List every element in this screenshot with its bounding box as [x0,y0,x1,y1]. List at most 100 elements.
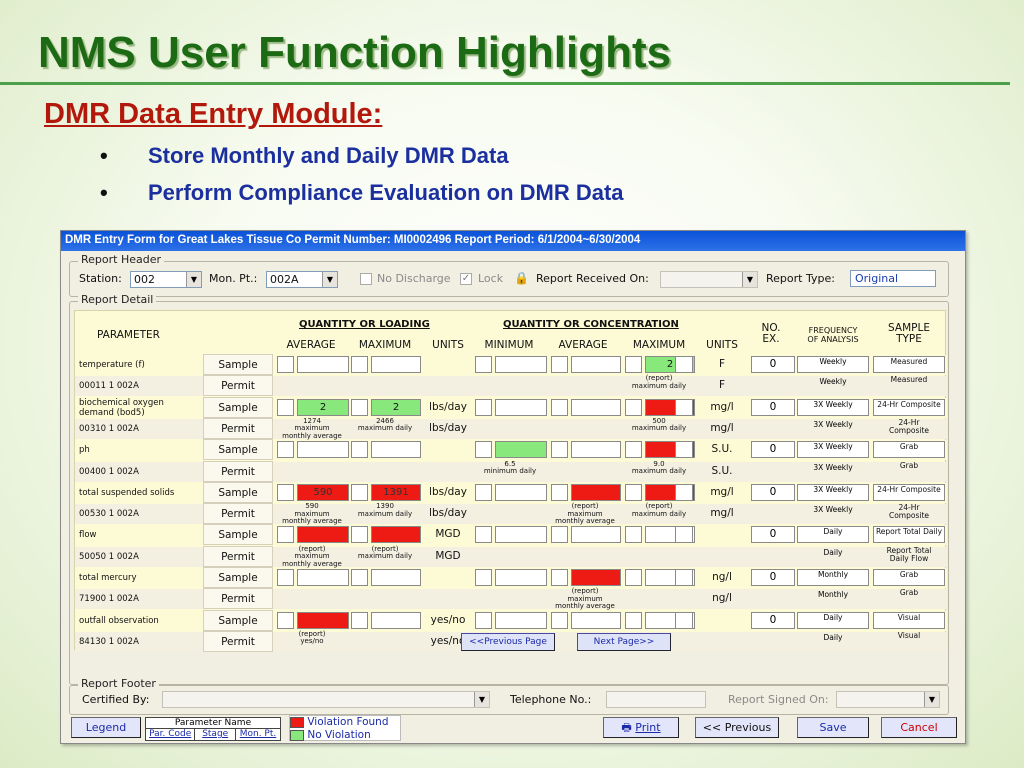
no-ex-input[interactable]: 0 [751,356,795,373]
value-input-avg[interactable]: 2 [297,398,349,416]
flag-box[interactable] [277,569,294,586]
no-ex-input[interactable]: 0 [751,569,795,586]
flag-box[interactable] [277,441,294,459]
no-ex-input[interactable]: 0 [751,526,795,544]
flag-box[interactable] [277,611,294,629]
report-type-field[interactable]: Original [850,270,936,287]
flag-box[interactable] [351,356,368,373]
frequency-field[interactable]: Daily [797,611,869,629]
frequency-field[interactable]: 3X Weekly [797,398,869,416]
value-input-avg[interactable] [297,441,349,459]
flag-box[interactable] [551,526,568,544]
value-input-max[interactable] [371,611,421,629]
sample-type-field[interactable]: Report Total Daily [873,526,945,544]
value-input-avg[interactable] [297,569,349,586]
frequency-field[interactable]: Monthly [797,569,869,586]
value-input-max[interactable] [371,441,421,459]
cancel-button[interactable]: Cancel [881,717,957,738]
flag-box[interactable] [351,441,368,459]
flag-box[interactable] [351,611,368,629]
value-input-cavg[interactable] [571,398,621,416]
flag-box[interactable] [351,483,368,501]
flag-box[interactable] [277,356,294,373]
flag-box[interactable] [551,398,568,416]
previous-button[interactable]: << Previous [695,717,779,738]
sample-type-field[interactable]: Grab [873,441,945,459]
flag-box[interactable] [351,398,368,416]
value-input-avg[interactable] [297,526,349,544]
value-input-min[interactable] [495,483,547,501]
sample-type-field[interactable]: 24-Hr Composite [873,483,945,501]
value-input-cavg[interactable] [571,483,621,501]
value-input-min[interactable] [495,398,547,416]
received-date-select[interactable]: ▼ [660,271,758,288]
monpt-select[interactable]: 002A ▼ [266,271,338,288]
no-ex-input[interactable]: 0 [751,611,795,629]
value-input-max[interactable]: 2 [371,398,421,416]
sample-type-field[interactable]: 24-Hr Composite [873,398,945,416]
flag-box[interactable] [351,526,368,544]
flag-box[interactable] [551,611,568,629]
flag-box[interactable] [277,526,294,544]
flag-box[interactable] [675,483,693,501]
value-input-avg[interactable] [297,611,349,629]
save-button[interactable]: Save [797,717,869,738]
certified-by-select[interactable]: ▼ [162,691,490,708]
flag-box[interactable] [475,526,492,544]
flag-box[interactable] [625,441,642,459]
flag-box[interactable] [475,398,492,416]
value-input-max[interactable] [371,526,421,544]
flag-box[interactable] [675,569,693,586]
frequency-field[interactable]: 3X Weekly [797,441,869,459]
sample-type-field[interactable]: Measured [873,356,945,373]
print-button[interactable]: 🖶 Print [603,717,679,738]
flag-box[interactable] [675,526,693,544]
sample-type-field[interactable]: Visual [873,611,945,629]
frequency-field[interactable]: Daily [797,526,869,544]
value-input-avg[interactable] [297,356,349,373]
chevron-down-icon[interactable]: ▼ [742,272,757,287]
value-input-cavg[interactable] [571,356,621,373]
flag-box[interactable] [625,356,642,373]
value-input-cavg[interactable] [571,441,621,459]
flag-box[interactable] [551,356,568,373]
previous-page-button[interactable]: <<Previous Page [461,633,555,651]
flag-box[interactable] [475,483,492,501]
flag-box[interactable] [277,483,294,501]
value-input-min[interactable] [495,356,547,373]
flag-box[interactable] [625,569,642,586]
chevron-down-icon[interactable]: ▼ [186,272,201,287]
flag-box[interactable] [625,526,642,544]
signed-on-select[interactable]: ▼ [836,691,940,708]
no-ex-input[interactable]: 0 [751,483,795,501]
value-input-min[interactable] [495,526,547,544]
flag-box[interactable] [475,569,492,586]
flag-box[interactable] [675,398,693,416]
frequency-field[interactable]: 3X Weekly [797,483,869,501]
flag-box[interactable] [625,611,642,629]
value-input-max[interactable] [371,356,421,373]
no-ex-input[interactable]: 0 [751,441,795,459]
legend-button[interactable]: Legend [71,717,141,738]
flag-box[interactable] [551,441,568,459]
value-input-cavg[interactable] [571,611,621,629]
flag-box[interactable] [351,569,368,586]
next-page-button[interactable]: Next Page>> [577,633,671,651]
flag-box[interactable] [675,441,693,459]
chevron-down-icon[interactable]: ▼ [322,272,337,287]
flag-box[interactable] [625,398,642,416]
flag-box[interactable] [675,611,693,629]
value-input-max[interactable]: 1391 [371,483,421,501]
lock-checkbox[interactable]: ✓ [460,273,472,285]
flag-box[interactable] [475,356,492,373]
flag-box[interactable] [475,611,492,629]
flag-box[interactable] [475,441,492,459]
value-input-cavg[interactable] [571,526,621,544]
sample-type-field[interactable]: Grab [873,569,945,586]
value-input-min[interactable] [495,441,547,459]
value-input-avg[interactable]: 590 [297,483,349,501]
flag-box[interactable] [551,569,568,586]
chevron-down-icon[interactable]: ▼ [474,692,489,707]
flag-box[interactable] [277,398,294,416]
chevron-down-icon[interactable]: ▼ [924,692,939,707]
